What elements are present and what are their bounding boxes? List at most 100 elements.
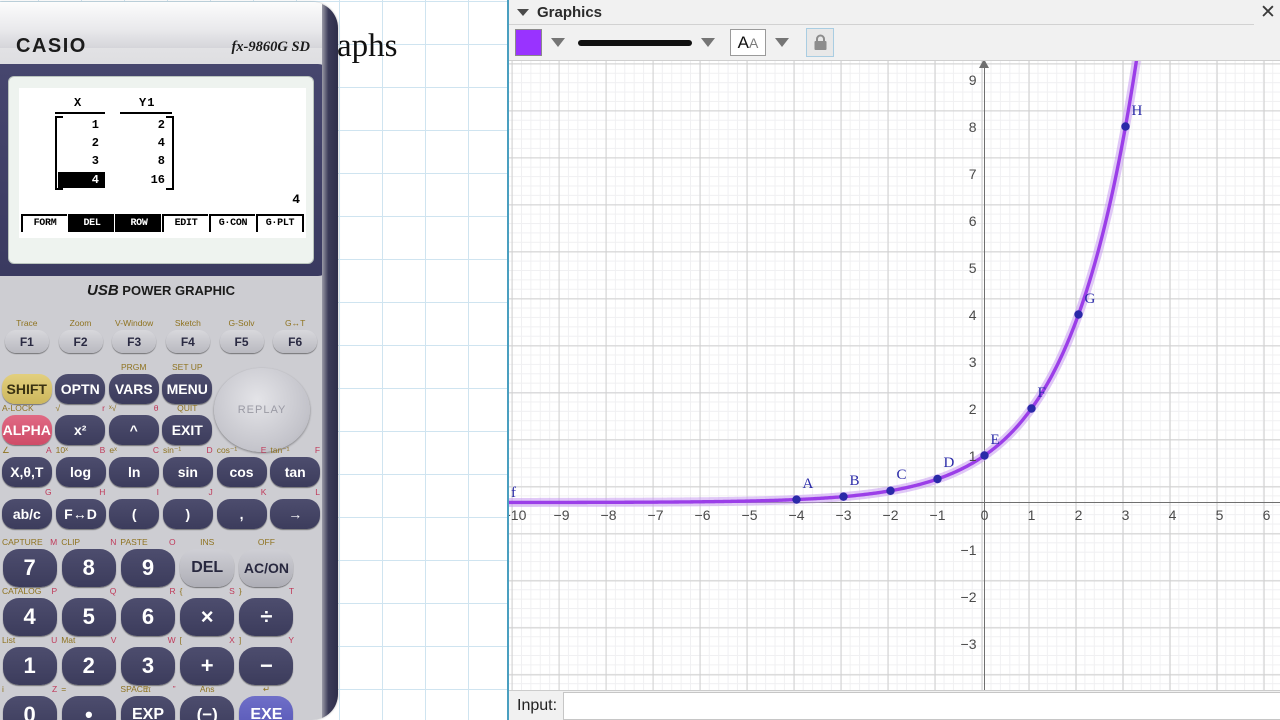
key-sublabel-d: D: [206, 445, 213, 455]
key-vars[interactable]: VARS: [108, 374, 159, 404]
graph-point-b[interactable]: [839, 492, 848, 501]
graph-point-d[interactable]: [933, 474, 942, 484]
key-sublabel-t: T: [288, 586, 295, 596]
casio-brand-logo: CASIO: [16, 35, 87, 57]
key-f2[interactable]: F2: [58, 330, 103, 353]
x-tick-label: −10: [509, 507, 527, 523]
key-sublabel-k: K: [260, 487, 267, 497]
key-cell-power: ˣ√ θ ^: [107, 403, 161, 445]
calculator-keypad: Trace F1 Zoom F2 V-Window F3 Sketch F4 G…: [0, 312, 322, 720]
lcd-column-header-y1: Y1: [139, 96, 156, 110]
key-8[interactable]: 8: [61, 549, 116, 587]
key-cell-vars: PRGM VARS: [107, 362, 161, 404]
key-menu[interactable]: MENU: [162, 374, 213, 404]
lcd-bracket-left-top: [55, 116, 63, 118]
key-decimal-point[interactable]: •: [61, 696, 116, 720]
key-del[interactable]: DEL: [180, 549, 235, 587]
key-ab-over-c[interactable]: ab/c: [1, 499, 52, 529]
key-4[interactable]: 4: [2, 598, 57, 636]
graph-point-c[interactable]: [886, 486, 895, 495]
key-3[interactable]: 3: [121, 647, 175, 685]
lock-button[interactable]: [806, 28, 834, 57]
key-x-squared[interactable]: x²: [55, 415, 106, 445]
key-power[interactable]: ^: [108, 415, 159, 445]
key-store-arrow[interactable]: →: [270, 499, 321, 529]
key-divide[interactable]: ÷: [239, 598, 294, 636]
key-6[interactable]: 6: [121, 598, 175, 636]
close-icon[interactable]: ✕: [1254, 0, 1280, 25]
x-tick-label: −6: [694, 507, 711, 523]
key-optn[interactable]: OPTN: [55, 374, 106, 404]
key-cell-multiply: { S ×: [178, 586, 237, 636]
lcd-bracket-left-bottom: [55, 188, 63, 190]
key-sublabel-r: r: [102, 403, 105, 413]
graph-point-e[interactable]: [980, 451, 989, 460]
key-x-theta-t[interactable]: X,θ,T: [1, 457, 52, 487]
text-style-chevron-down-icon[interactable]: [775, 38, 789, 47]
key-left-paren[interactable]: (: [109, 499, 160, 529]
key-exit[interactable]: EXIT: [162, 415, 213, 445]
key-f5[interactable]: F5: [219, 330, 264, 353]
key-multiply[interactable]: ×: [180, 598, 235, 636]
key-right-paren[interactable]: ): [162, 499, 213, 529]
line-style-preview[interactable]: [578, 39, 692, 46]
key-cell-menu: SET UP MENU: [161, 362, 215, 404]
key-cell-alpha: A-LOCK ALPHA: [0, 403, 54, 445]
key-log[interactable]: log: [55, 457, 106, 487]
key-1[interactable]: 1: [2, 647, 57, 685]
color-chevron-down-icon[interactable]: [551, 38, 565, 47]
key-sin[interactable]: sin: [162, 457, 213, 487]
lcd-header-rule-x: [55, 112, 105, 114]
key-cos[interactable]: cos: [216, 457, 267, 487]
key-cell-rparen: J ): [161, 487, 215, 529]
key-sublabel-gt: G↔T: [285, 318, 306, 328]
key-2[interactable]: 2: [61, 647, 116, 685]
key-negate[interactable]: (−): [180, 696, 235, 720]
graph-point-a[interactable]: [792, 495, 801, 504]
graph-point-f[interactable]: [1027, 404, 1036, 413]
key-sublabel-j: J: [208, 487, 213, 497]
key-5[interactable]: 5: [61, 598, 116, 636]
key-cell-log: 10ˣ B log: [54, 445, 108, 487]
key-exp[interactable]: EXP: [121, 696, 175, 720]
graph-point-g[interactable]: [1074, 310, 1083, 319]
casio-calculator: CASIO fx-9860G SD X Y1 1 2 2 4 3 8 4 16 …: [0, 2, 338, 720]
text-style-label-light: A: [749, 34, 759, 51]
graph-canvas[interactable]: −10−9−8−7−6−5−4−3−2−10123456 −3−2−112345…: [509, 61, 1280, 690]
lcd-row-counter: 4: [292, 192, 300, 207]
key-exe[interactable]: EXE: [239, 696, 294, 720]
key-cell-9: PASTE O 9: [118, 537, 177, 587]
key-0[interactable]: 0: [2, 696, 57, 720]
key-tan[interactable]: tan: [270, 457, 321, 487]
key-cell-f2: Zoom F2: [54, 318, 108, 353]
key-sublabel-setup: SET UP: [171, 362, 203, 372]
key-ln[interactable]: ln: [109, 457, 160, 487]
key-comma[interactable]: ,: [216, 499, 267, 529]
key-cell-exp: SPACE π ” EXP: [118, 684, 177, 720]
key-f3[interactable]: F3: [112, 330, 157, 353]
key-sublabel-paste: PASTE: [120, 537, 148, 547]
color-swatch-button[interactable]: [515, 29, 542, 56]
key-ac-on[interactable]: AC/ON: [239, 549, 294, 587]
key-9[interactable]: 9: [121, 549, 175, 587]
key-minus[interactable]: −: [239, 647, 294, 685]
key-f6[interactable]: F6: [273, 330, 318, 353]
collapse-triangle-icon[interactable]: [517, 8, 529, 16]
key-7[interactable]: 7: [2, 549, 57, 587]
key-f-to-d[interactable]: F↔D: [55, 499, 106, 529]
key-shift[interactable]: SHIFT: [1, 374, 52, 404]
key-replay-pad[interactable]: REPLAY: [214, 368, 310, 452]
key-alpha[interactable]: ALPHA: [1, 415, 52, 445]
text-style-button[interactable]: AA: [730, 29, 766, 56]
app-root: aphs CASIO fx-9860G SD X Y1 1 2 2 4 3 8 …: [0, 0, 1280, 720]
input-field[interactable]: [563, 691, 1280, 720]
key-cell-xsquared: √ r x²: [54, 403, 108, 445]
key-f1[interactable]: F1: [4, 330, 49, 353]
key-cell-fd: H F↔D: [54, 487, 108, 529]
line-style-chevron-down-icon[interactable]: [701, 38, 715, 47]
key-sublabel-zoom: Zoom: [69, 318, 92, 328]
key-plus[interactable]: +: [180, 647, 235, 685]
graph-point-h[interactable]: [1121, 122, 1130, 131]
key-f4[interactable]: F4: [165, 330, 210, 353]
x-tick-label: −2: [882, 507, 899, 523]
